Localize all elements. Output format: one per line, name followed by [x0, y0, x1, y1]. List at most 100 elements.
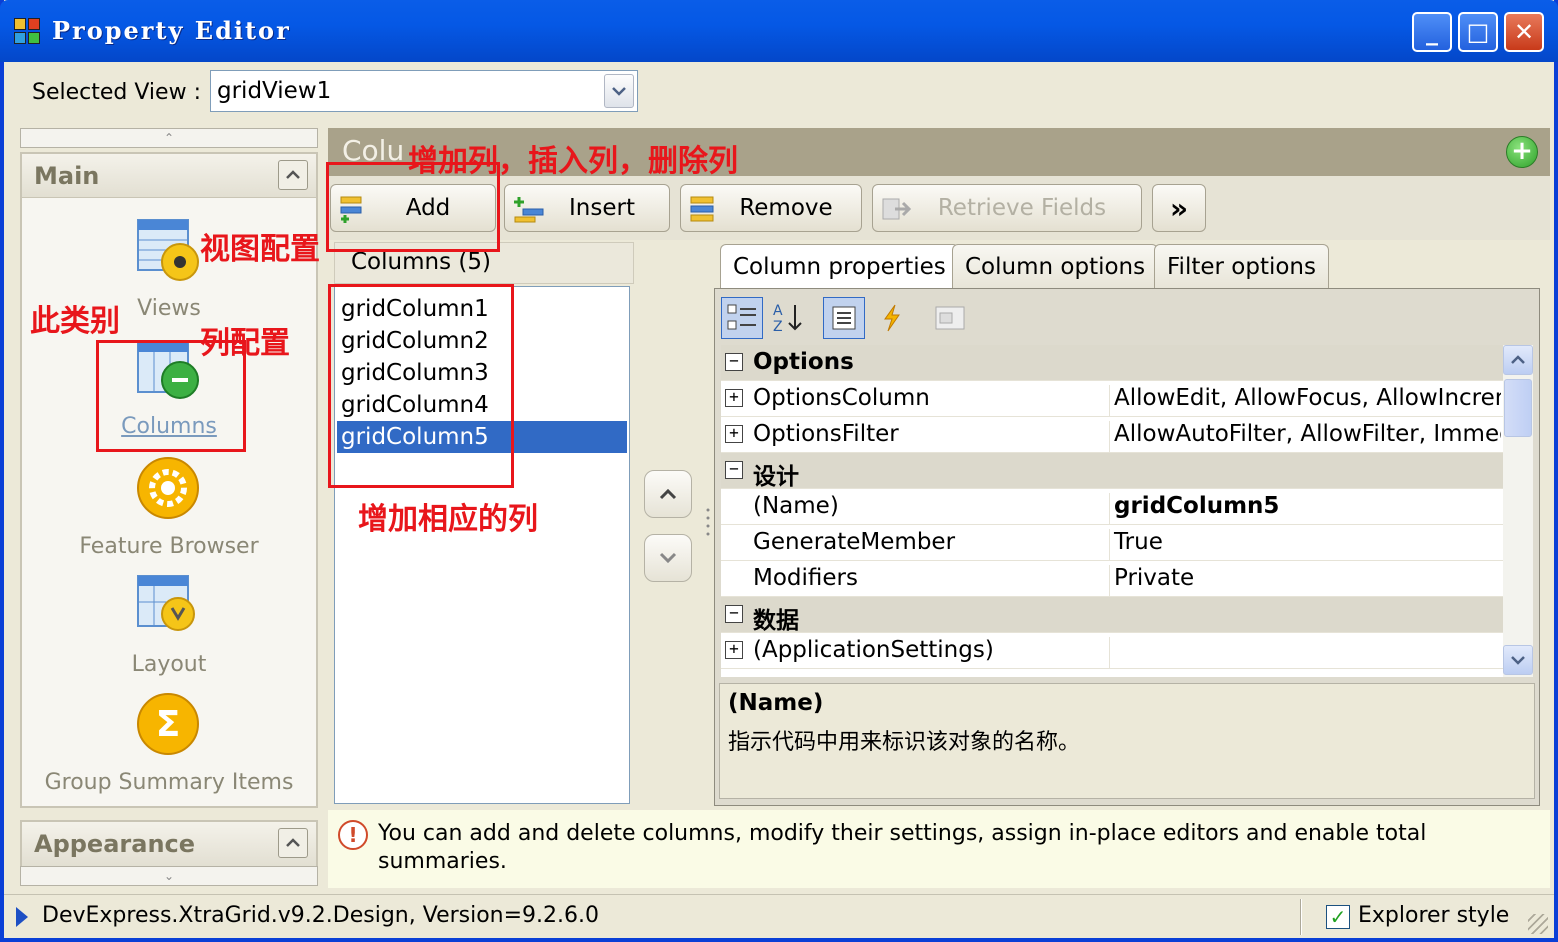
annotation-box-columns: [96, 340, 246, 452]
splitter[interactable]: [704, 250, 712, 800]
tab-column-options[interactable]: Column options: [952, 244, 1159, 288]
chevron-down-icon: [659, 552, 677, 564]
insert-button-label: Insert: [569, 195, 635, 221]
annotation-toolbar-note: 增加列，插入列，删除列: [408, 144, 738, 179]
property-name: OptionsColumn: [753, 385, 930, 411]
grid-property-row[interactable]: + OptionsFilter AllowAutoFilter, AllowFi…: [721, 417, 1503, 453]
expand-icon[interactable]: +: [725, 389, 743, 407]
layout-icon: [137, 575, 195, 631]
chevron-up-icon: [659, 488, 677, 500]
property-pages-icon[interactable]: [929, 297, 971, 339]
nav-group-header[interactable]: Main: [22, 154, 316, 198]
grid-property-row[interactable]: Modifiers Private: [721, 561, 1503, 597]
nav-group-header[interactable]: Appearance: [22, 822, 316, 866]
views-icon: [137, 219, 199, 281]
property-toolbar: A Z: [719, 293, 1535, 343]
insert-button[interactable]: Insert: [504, 184, 670, 232]
grid-property-row[interactable]: + (ApplicationSettings): [721, 633, 1503, 669]
events-lightning-icon[interactable]: [871, 297, 913, 339]
property-grid-panel: A Z − Options + OptionsColumn AllowEdit,…: [714, 288, 1540, 806]
property-name: Modifiers: [753, 565, 858, 591]
minimize-button[interactable]: _: [1412, 12, 1452, 52]
selected-view-value: gridView1: [217, 78, 332, 104]
svg-text:A: A: [773, 303, 783, 319]
nav-item-label: Feature Browser: [79, 534, 259, 559]
expand-icon[interactable]: +: [725, 425, 743, 443]
sigma-icon: Σ: [137, 693, 199, 755]
description-title: (Name): [728, 690, 824, 716]
scroll-thumb[interactable]: [1504, 379, 1532, 437]
status-text: DevExpress.XtraGrid.v9.2.Design, Version…: [42, 903, 600, 928]
nav-group-appearance[interactable]: Appearance: [20, 820, 318, 868]
grid-property-row[interactable]: + OptionsColumn AllowEdit, AllowFocus, A…: [721, 381, 1503, 417]
grid-category-row[interactable]: − 设计: [721, 453, 1503, 490]
chevron-down-icon[interactable]: [604, 74, 634, 108]
retrieve-fields-button[interactable]: Retrieve Fields: [872, 184, 1142, 232]
scroll-down-button[interactable]: [1503, 645, 1533, 675]
properties-view-icon[interactable]: [823, 297, 865, 339]
status-bar: DevExpress.XtraGrid.v9.2.Design, Version…: [4, 894, 1554, 938]
description-text: 指示代码中用来标识该对象的名称。: [728, 730, 1081, 755]
tab-column-properties[interactable]: Column properties: [720, 244, 959, 290]
collapse-icon[interactable]: −: [725, 605, 743, 623]
hint-text: You can add and delete columns, modify t…: [378, 821, 1427, 874]
add-circle-icon[interactable]: +: [1506, 136, 1538, 168]
annotation-view-config: 视图配置: [200, 232, 320, 267]
property-grid-scrollbar[interactable]: [1503, 345, 1533, 677]
tab-filter-options[interactable]: Filter options: [1154, 244, 1329, 288]
categorized-icon[interactable]: [721, 297, 763, 339]
grid-property-row[interactable]: GenerateMember True: [721, 525, 1503, 561]
nav-group-label: Main: [34, 162, 100, 190]
window-title: Property Editor: [52, 16, 291, 45]
svg-text:Σ: Σ: [156, 704, 181, 745]
property-grid[interactable]: − Options + OptionsColumn AllowEdit, All…: [721, 345, 1503, 677]
nav-scroll-down[interactable]: ⌄: [20, 866, 318, 886]
grid-property-row[interactable]: (Name) gridColumn5: [721, 489, 1503, 525]
collapse-icon[interactable]: −: [725, 461, 743, 479]
nav-group-label: Appearance: [34, 830, 196, 858]
resize-grip[interactable]: [1528, 914, 1548, 934]
scroll-up-button[interactable]: [1503, 345, 1533, 375]
grid-category-row[interactable]: − 数据: [721, 597, 1503, 634]
property-value[interactable]: [1109, 637, 1501, 669]
move-down-button[interactable]: [644, 534, 692, 582]
move-up-button[interactable]: [644, 470, 692, 518]
retrieve-fields-label: Retrieve Fields: [937, 195, 1107, 221]
sort-alphabetical-icon[interactable]: A Z: [767, 297, 809, 339]
grid-category-row[interactable]: − Options: [721, 345, 1503, 381]
info-icon: !: [338, 820, 368, 850]
nav-item-group-summary-items[interactable]: Σ Group Summary Items: [22, 690, 316, 800]
annotation-this-category: 此类别: [30, 304, 120, 339]
annotation-add-columns: 增加相应的列: [358, 502, 538, 537]
nav-item-label: Layout: [131, 652, 207, 677]
nav-item-feature-browser[interactable]: Feature Browser: [22, 454, 316, 564]
nav-scroll-up[interactable]: ⌃: [20, 128, 318, 148]
collapse-icon[interactable]: −: [725, 353, 743, 371]
property-name: (ApplicationSettings): [753, 637, 994, 663]
expand-icon[interactable]: +: [725, 641, 743, 659]
property-name: OptionsFilter: [753, 421, 899, 447]
property-value[interactable]: Private: [1109, 565, 1501, 597]
category-name: 设计: [753, 464, 799, 490]
property-value[interactable]: AllowAutoFilter, AllowFilter, Immedi: [1109, 421, 1501, 453]
remove-button[interactable]: Remove: [680, 184, 862, 232]
close-button[interactable]: ✕: [1504, 12, 1544, 52]
category-name: Options: [753, 349, 854, 375]
nav-item-layout[interactable]: Layout: [22, 572, 316, 682]
collapse-icon[interactable]: [278, 160, 308, 190]
selected-view-dropdown[interactable]: gridView1: [210, 70, 638, 112]
property-value[interactable]: AllowEdit, AllowFocus, AllowIncrem: [1109, 385, 1501, 417]
collapse-icon[interactable]: [278, 828, 308, 858]
title-bar[interactable]: Property Editor _ □ ✕: [0, 0, 1558, 62]
annotation-box-columns-list: [328, 284, 514, 488]
property-value[interactable]: True: [1109, 529, 1501, 561]
property-name: GenerateMember: [753, 529, 956, 555]
remove-button-label: Remove: [739, 195, 833, 221]
explorer-style-checkbox[interactable]: ✓: [1326, 905, 1350, 929]
maximize-button[interactable]: □: [1458, 12, 1498, 52]
app-icon: [14, 18, 42, 46]
more-button[interactable]: »: [1152, 184, 1206, 232]
svg-text:Z: Z: [773, 319, 783, 335]
property-value[interactable]: gridColumn5: [1109, 493, 1501, 525]
gear-icon: [137, 457, 199, 519]
